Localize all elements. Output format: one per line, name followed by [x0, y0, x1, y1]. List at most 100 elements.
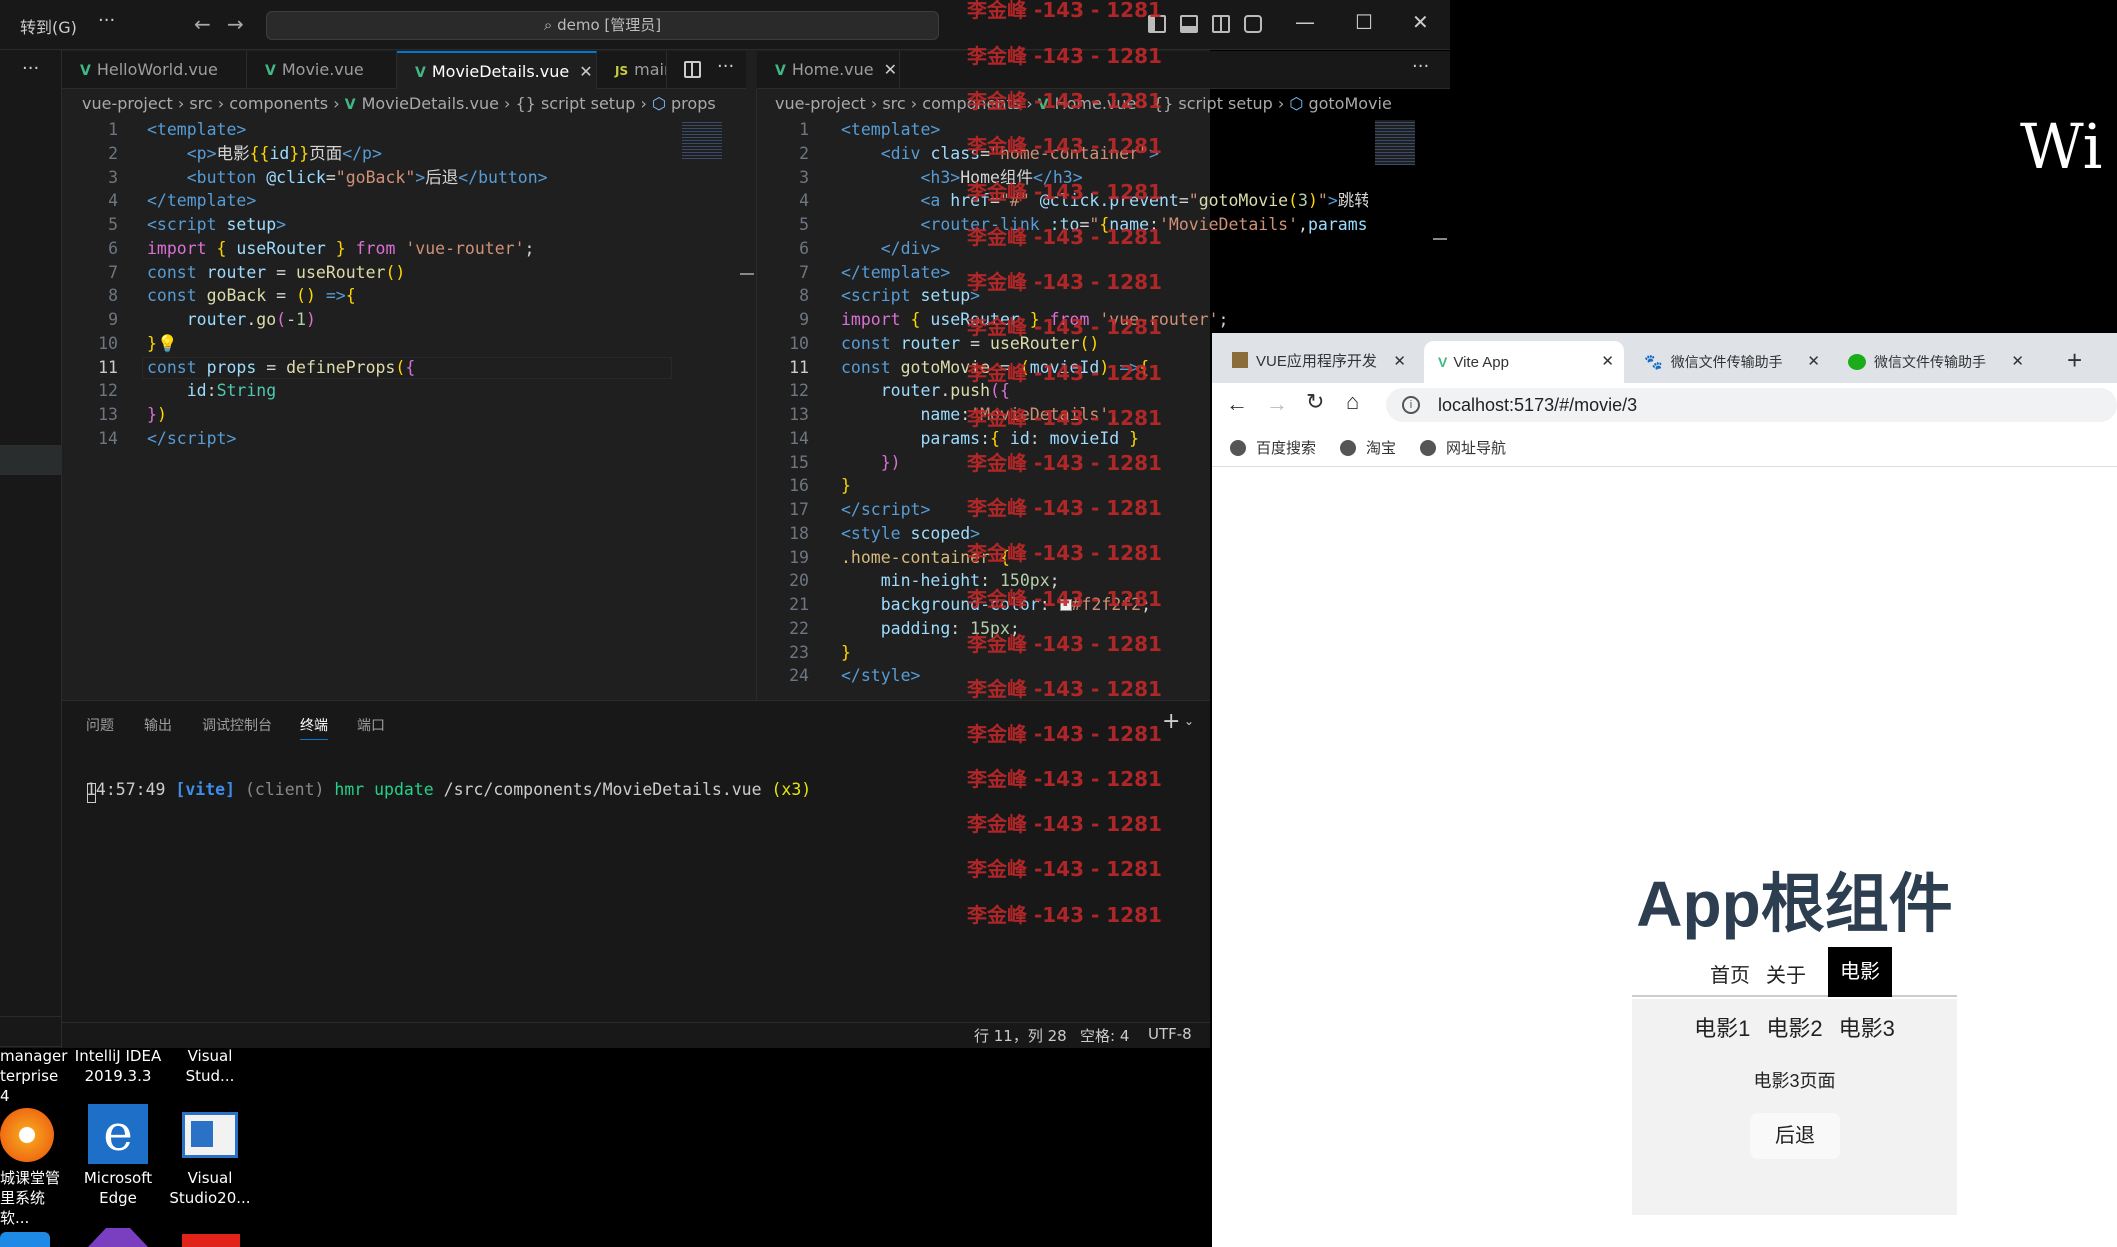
movie-link-1[interactable]: 电影1 [1694, 1016, 1750, 1041]
bookmark-baidu[interactable]: 百度搜索 [1230, 437, 1316, 458]
line-number: 17 [789, 500, 809, 519]
panel-tab-problems[interactable]: 问题 [86, 715, 114, 735]
address-bar[interactable]: i localhost:5173/#/movie/3 [1386, 388, 2117, 422]
bookmark-nav[interactable]: 网址导航 [1420, 437, 1506, 458]
watermark-text: 李金峰 -143 - 1281 [967, 180, 1162, 204]
vue-file-icon: V [265, 63, 276, 79]
indentation[interactable]: 空格: 4 [1080, 1025, 1129, 1046]
panel-tab-ports[interactable]: 端口 [357, 715, 385, 735]
bookmark-taobao[interactable]: 淘宝 [1340, 437, 1396, 458]
left-tab-bar: V HelloWorld.vue V Movie.vue V MovieDetails… [62, 51, 746, 89]
toggle-secondary-sidebar-icon[interactable] [1212, 15, 1230, 33]
desktop-icon-edge[interactable]: Microsoft Edge [74, 1168, 162, 1208]
panel-tab-output[interactable]: 输出 [144, 715, 172, 735]
line-number: 14 [98, 428, 118, 448]
split-editor-icon[interactable] [684, 61, 701, 78]
app-orange-icon[interactable] [0, 1108, 54, 1162]
menu-more[interactable]: ··· [98, 10, 115, 31]
watermark-text: 李金峰 -143 - 1281 [967, 315, 1162, 339]
cursor-position[interactable]: 行 11，列 28 [974, 1025, 1067, 1046]
watermark-text: 李金峰 -143 - 1281 [967, 677, 1162, 701]
reload-icon[interactable]: ↻ [1306, 389, 1324, 415]
desktop-icon-visual-studio-2[interactable]: Visual Studio20... [166, 1168, 254, 1208]
close-icon[interactable]: ✕ [1393, 341, 1406, 383]
tab-main-js[interactable]: JSmain.js [597, 51, 667, 89]
blue-app-icon[interactable] [0, 1232, 50, 1247]
more-actions-icon[interactable]: ··· [1412, 56, 1429, 77]
line-number: 20 [789, 571, 809, 591]
browser-window: VUE应用程序开发 ✕ V Vite App ✕ 🐾 微信文件传输助手 ✕ 微信文件传输助… [1212, 333, 2117, 1247]
minimize-icon[interactable]: — [1295, 10, 1315, 34]
desktop-icon-visual-studio[interactable]: Visual Stud... [168, 1046, 252, 1086]
wechat-icon [1848, 354, 1866, 370]
movie-link-2[interactable]: 电影2 [1766, 1016, 1822, 1041]
more-actions-icon[interactable]: ··· [717, 56, 734, 77]
tab-movie[interactable]: V Movie.vue [247, 51, 397, 89]
nav-about-link[interactable]: 关于 [1766, 959, 1806, 988]
desktop-icon-label[interactable]: 城课堂管 里系统软... [0, 1168, 70, 1228]
browser-tab-wechat-1[interactable]: 🐾 微信文件传输助手 ✕ [1630, 341, 1830, 383]
watermark-text: 李金峰 -143 - 1281 [967, 44, 1162, 68]
browser-tab-wechat-2[interactable]: 微信文件传输助手 ✕ [1834, 341, 2034, 383]
new-tab-icon[interactable]: + [2067, 345, 2082, 376]
line-number: 2 [108, 143, 118, 163]
close-icon[interactable]: ✕ [1807, 341, 1820, 383]
browser-tab-vue-dev[interactable]: VUE应用程序开发 ✕ [1218, 341, 1416, 383]
toggle-panel-icon[interactable] [1180, 15, 1198, 33]
line-numbers-left: 1 2 3 4 5 6 7 8 9 10 11 12 13 14 [82, 118, 118, 451]
minimap-left [682, 120, 722, 160]
info-icon: i [1402, 396, 1420, 414]
forward-arrow-icon[interactable]: → [227, 12, 244, 36]
line-number: 14 [789, 428, 809, 448]
edge-icon[interactable]: e [88, 1104, 148, 1164]
movie-link-3[interactable]: 电影3 [1839, 1016, 1895, 1041]
back-button[interactable]: 后退 [1750, 1113, 1840, 1159]
panel-tab-terminal[interactable]: 终端 [300, 715, 328, 740]
watermark-text: 李金峰 -143 - 1281 [967, 541, 1162, 565]
line-number: 4 [108, 191, 118, 211]
encoding[interactable]: UTF-8 [1148, 1025, 1192, 1043]
menu-goto[interactable]: 转到(G) [20, 14, 77, 38]
close-icon[interactable]: ✕ [1412, 10, 1429, 34]
maximize-icon[interactable]: ☐ [1355, 10, 1373, 34]
vue-file-icon: V [344, 97, 356, 113]
forward-arrow-icon[interactable]: → [1266, 391, 1288, 417]
terminal-cursor [87, 783, 96, 803]
line-number: 8 [108, 286, 118, 306]
line-number: 22 [789, 618, 809, 638]
tab-home[interactable]: V Home.vue ✕ [757, 51, 900, 89]
command-center-search[interactable]: ⌕ demo [管理员] [266, 11, 939, 40]
home-icon[interactable]: ⌂ [1346, 389, 1359, 415]
line-number: 9 [799, 310, 809, 329]
line-number: 10 [789, 333, 809, 353]
close-icon[interactable]: ✕ [2011, 341, 2024, 383]
tab-moviedetails[interactable]: V MovieDetails.vue ✕ [397, 51, 597, 89]
chevron-down-icon[interactable]: ⌄ [1184, 714, 1194, 728]
customize-layout-icon[interactable] [1244, 15, 1262, 33]
vscode-titlebar: 转到(G) ··· ← → ⌕ demo [管理员] — ☐ ✕ [0, 0, 1450, 50]
vue-logo-icon: V [1438, 354, 1448, 370]
new-terminal-icon[interactable]: + [1162, 709, 1180, 734]
back-arrow-icon[interactable]: ← [1226, 391, 1248, 417]
close-icon[interactable]: ✕ [884, 60, 897, 79]
desktop-partial-window-title: Wi [2020, 110, 2103, 183]
line-number: 15 [789, 452, 809, 472]
purple-app-icon[interactable] [88, 1228, 148, 1247]
nav-home-link[interactable]: 首页 [1710, 959, 1750, 988]
more-icon[interactable]: ··· [22, 58, 39, 79]
red-app-icon[interactable] [182, 1234, 240, 1247]
close-icon[interactable]: ✕ [579, 62, 592, 81]
line-number: 8 [799, 286, 809, 306]
close-icon[interactable]: ✕ [1601, 341, 1614, 383]
nav-movie-link[interactable]: 电影 [1828, 947, 1892, 997]
browser-tab-vite-app[interactable]: V Vite App ✕ [1424, 341, 1624, 383]
desktop-icon-label[interactable]: manager terprise 4 [0, 1046, 70, 1106]
back-arrow-icon[interactable]: ← [194, 12, 211, 36]
tab-helloworld[interactable]: V HelloWorld.vue [62, 51, 247, 89]
terminal-output[interactable]: 14:57:49 [vite] (client) hmr update /src… [86, 761, 811, 799]
panel-tab-debug-console[interactable]: 调试控制台 [202, 715, 272, 735]
line-number: 12 [98, 381, 118, 401]
desktop-icon-intellij[interactable]: IntelliJ IDEA 2019.3.3 [72, 1046, 164, 1086]
visual-studio-icon[interactable] [182, 1112, 238, 1158]
vue-file-icon: V [415, 65, 426, 81]
